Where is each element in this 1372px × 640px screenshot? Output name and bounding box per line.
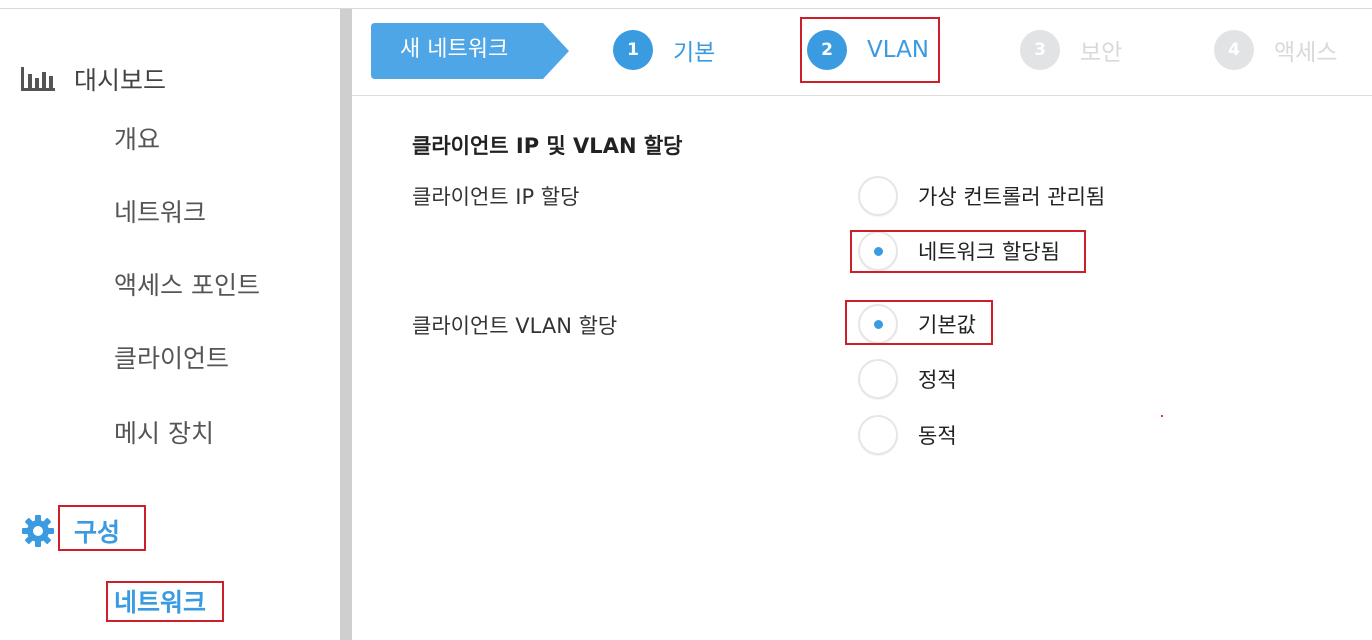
sidebar-item-overview[interactable]: 개요 (114, 122, 160, 158)
top-border (0, 0, 1372, 9)
radio-label: 가상 컨트롤러 관리됨 (918, 185, 1106, 209)
step-label: 기본 (673, 40, 716, 66)
radio-label: 동적 (918, 424, 957, 448)
sidebar-item-clients[interactable]: 클라이언트 (114, 341, 229, 377)
radio-option-static[interactable]: 정적 (858, 357, 957, 401)
radio-button[interactable] (858, 176, 898, 216)
step-number: 3 (1020, 30, 1060, 70)
form-heading: 클라이언트 IP 및 VLAN 할당 (412, 134, 683, 158)
step-label: 보안 (1080, 40, 1123, 66)
client-ip-assignment-label: 클라이언트 IP 할당 (412, 185, 580, 209)
sidebar-section-dashboard[interactable]: 대시보드 (20, 59, 166, 99)
step-security[interactable]: 3 보안 (1020, 29, 1122, 71)
sidebar: 대시보드 개요 네트워크 액세스 포인트 클라이언트 메시 장치 구성 네트워크 (0, 9, 340, 640)
sidebar-divider (340, 9, 352, 640)
radio-option-dynamic[interactable]: 동적 (858, 413, 957, 457)
radio-label: 정적 (918, 368, 957, 392)
radio-button[interactable] (858, 415, 898, 455)
radio-option-vc-managed[interactable]: 가상 컨트롤러 관리됨 (858, 174, 1105, 218)
step-number: 4 (1214, 30, 1254, 70)
step-label: 액세스 (1274, 40, 1338, 66)
sidebar-section-label: 대시보드 (74, 66, 167, 95)
highlight-box (58, 505, 146, 551)
wizard-title-banner: 새 네트워크 (371, 23, 569, 79)
highlight-box (845, 300, 993, 345)
step-basic[interactable]: 1 기본 (613, 29, 715, 71)
highlight-box (106, 581, 224, 622)
highlight-box (800, 17, 940, 83)
step-access[interactable]: 4 액세스 (1214, 29, 1337, 71)
sidebar-item-networks[interactable]: 네트워크 (114, 195, 206, 231)
step-number: 1 (613, 30, 653, 70)
sidebar-item-access-points[interactable]: 액세스 포인트 (114, 268, 260, 304)
wizard-title: 새 네트워크 (400, 37, 509, 62)
stray-mark (1161, 415, 1163, 417)
bar-chart-icon (20, 61, 56, 97)
highlight-box (850, 230, 1086, 273)
radio-button[interactable] (858, 359, 898, 399)
sidebar-item-mesh-devices[interactable]: 메시 장치 (114, 416, 214, 452)
gear-icon (20, 513, 56, 549)
client-vlan-assignment-label: 클라이언트 VLAN 할당 (412, 314, 618, 338)
